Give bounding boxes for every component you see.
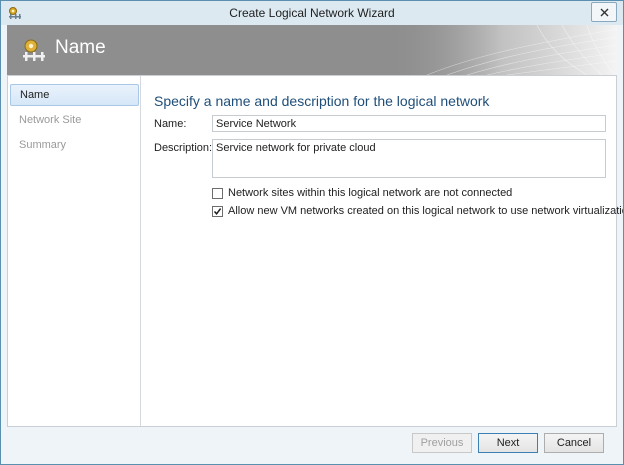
wizard-footer: Previous Next Cancel <box>1 427 623 464</box>
not-connected-label[interactable]: Network sites within this logical networ… <box>228 187 512 199</box>
previous-button[interactable]: Previous <box>412 433 472 453</box>
description-input[interactable]: Service network for private cloud <box>212 139 606 178</box>
description-label: Description: <box>154 142 213 154</box>
page-title: Name <box>55 37 106 58</box>
network-virtualization-label[interactable]: Allow new VM networks created on this lo… <box>228 205 623 217</box>
title-bar[interactable]: Create Logical Network Wizard <box>1 1 623 25</box>
nav-item-network-site[interactable]: Network Site <box>10 110 139 132</box>
network-gear-icon <box>21 37 47 66</box>
checkmark-icon <box>213 208 222 215</box>
not-connected-checkbox[interactable] <box>212 188 223 199</box>
cancel-button[interactable]: Cancel <box>544 433 604 453</box>
network-virtualization-checkbox[interactable] <box>212 206 223 217</box>
nav-item-name[interactable]: Name <box>10 84 139 106</box>
wizard-steps-nav: Name Network Site Summary <box>8 76 141 426</box>
nav-item-summary[interactable]: Summary <box>10 135 139 157</box>
header-decoration <box>387 25 617 75</box>
name-label: Name: <box>154 118 187 130</box>
wizard-window: Create Logical Network Wizard Name Name … <box>0 0 624 465</box>
next-button[interactable]: Next <box>478 433 538 453</box>
form-panel: Specify a name and description for the l… <box>142 76 623 426</box>
name-input[interactable] <box>212 115 606 132</box>
window-title: Create Logical Network Wizard <box>229 6 395 20</box>
form-heading: Specify a name and description for the l… <box>154 93 490 109</box>
wizard-header: Name <box>7 25 617 75</box>
close-icon <box>600 8 609 17</box>
wizard-content: Name Network Site Summary Specify a name… <box>7 75 623 427</box>
close-button[interactable] <box>591 2 617 22</box>
